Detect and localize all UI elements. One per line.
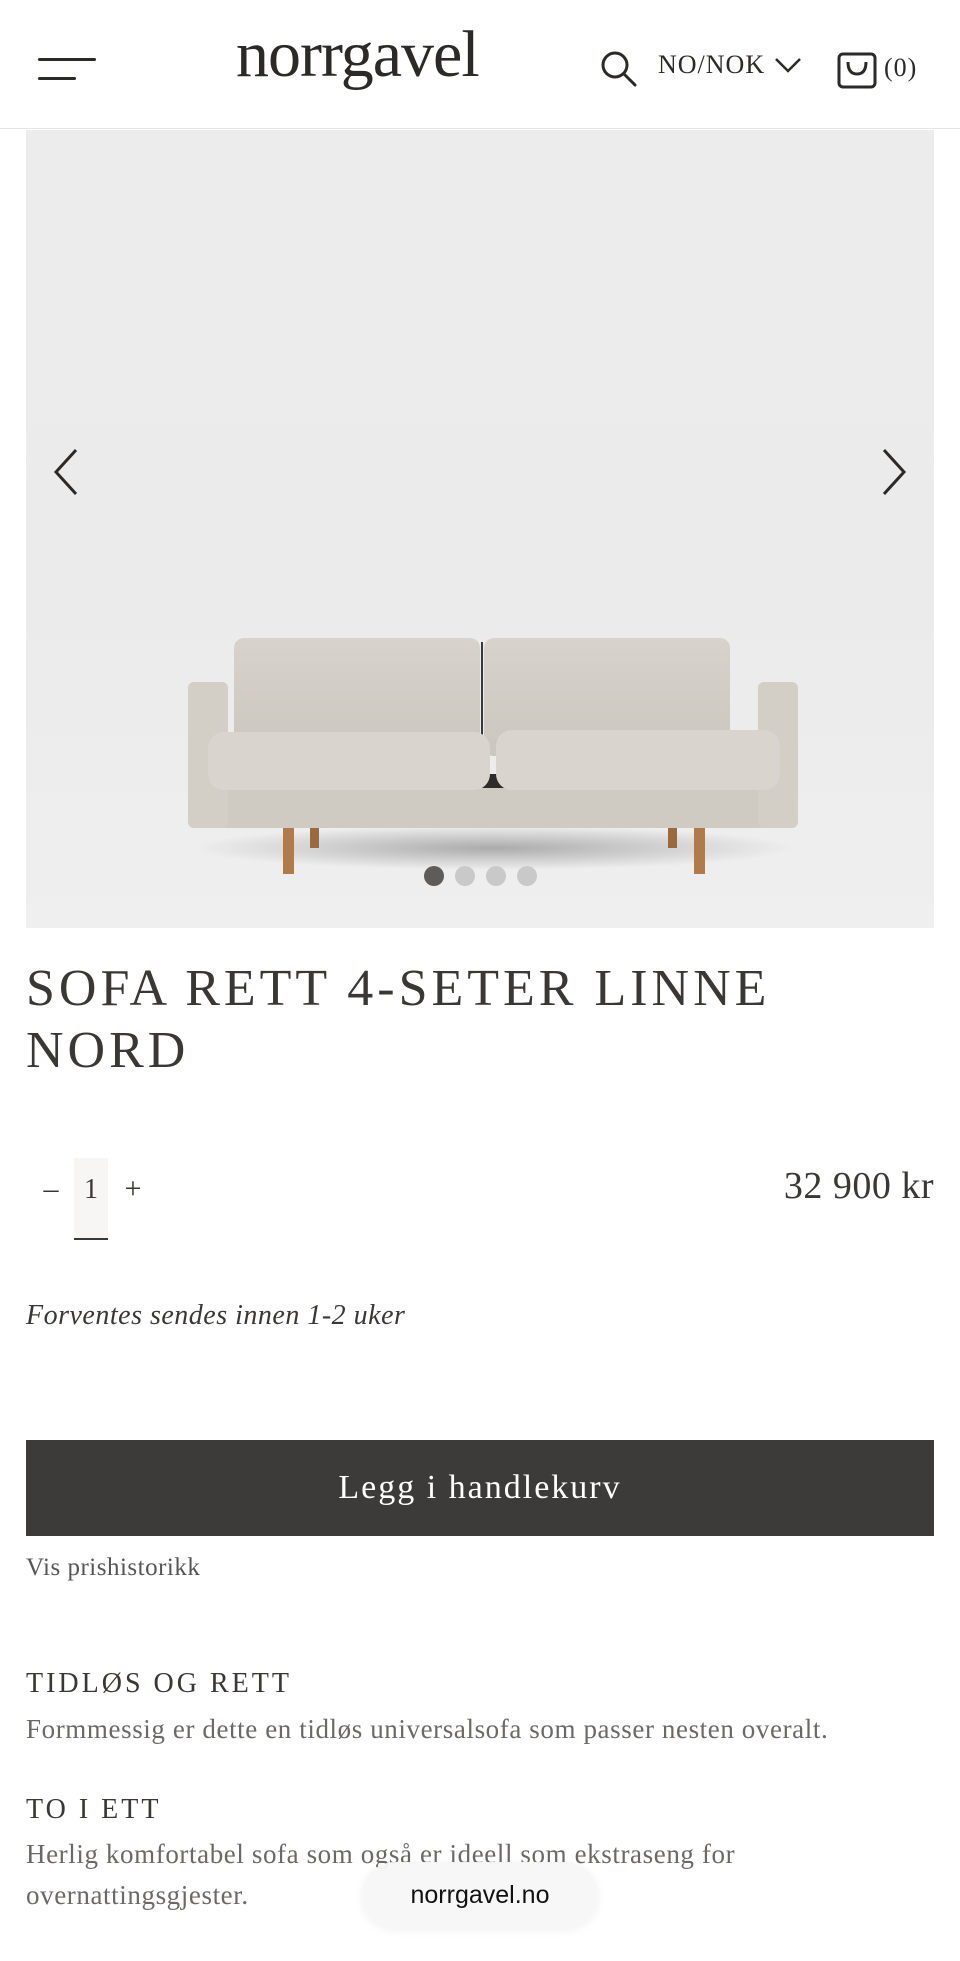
browser-url-bar[interactable]: norrgavel.no — [362, 1862, 598, 1928]
gallery-dot-4[interactable] — [517, 866, 537, 886]
quantity-increase-button[interactable]: + — [118, 1172, 148, 1206]
quantity-input[interactable]: 1 — [74, 1158, 108, 1240]
gallery-dot-3[interactable] — [486, 866, 506, 886]
quantity-decrease-button[interactable]: – — [36, 1172, 66, 1206]
product-image-sofa — [188, 638, 798, 874]
search-icon[interactable] — [598, 48, 638, 88]
quantity-stepper: – 1 + — [36, 1158, 156, 1242]
section-heading-timeless: TIDLØS OG RETT — [26, 1668, 292, 1699]
chevron-down-icon — [775, 58, 801, 73]
section-text-timeless: Formmessig er dette en tidløs universals… — [26, 1714, 829, 1744]
previous-image-arrow-icon[interactable] — [46, 442, 86, 502]
cart-button[interactable]: (0) — [836, 46, 917, 90]
section-heading-two-in-one: TO I ETT — [26, 1794, 162, 1825]
gallery-dot-1[interactable] — [424, 866, 444, 886]
product-price: 32 900 kr — [783, 1165, 934, 1207]
shopping-bag-icon — [837, 52, 877, 89]
cart-count: (0) — [884, 53, 918, 82]
site-header: norrgavel NO/NOK (0) — [0, 0, 960, 129]
price-history-link[interactable]: Vis prishistorikk — [26, 1554, 200, 1582]
gallery-dots — [424, 866, 537, 886]
product-title: SOFA RETT 4-SETER LINNE NORD — [26, 960, 771, 1079]
gallery-dot-2[interactable] — [455, 866, 475, 886]
next-image-arrow-icon[interactable] — [874, 442, 914, 502]
locale-label: NO/NOK — [658, 50, 766, 79]
add-to-cart-button[interactable]: Legg i handlekurv — [26, 1440, 934, 1536]
product-gallery[interactable] — [26, 130, 934, 928]
shipping-estimate: Forventes sendes innen 1-2 uker — [26, 1300, 406, 1331]
locale-selector[interactable]: NO/NOK — [658, 50, 803, 80]
menu-icon[interactable] — [38, 52, 98, 88]
site-logo[interactable]: norrgavel — [236, 22, 480, 88]
